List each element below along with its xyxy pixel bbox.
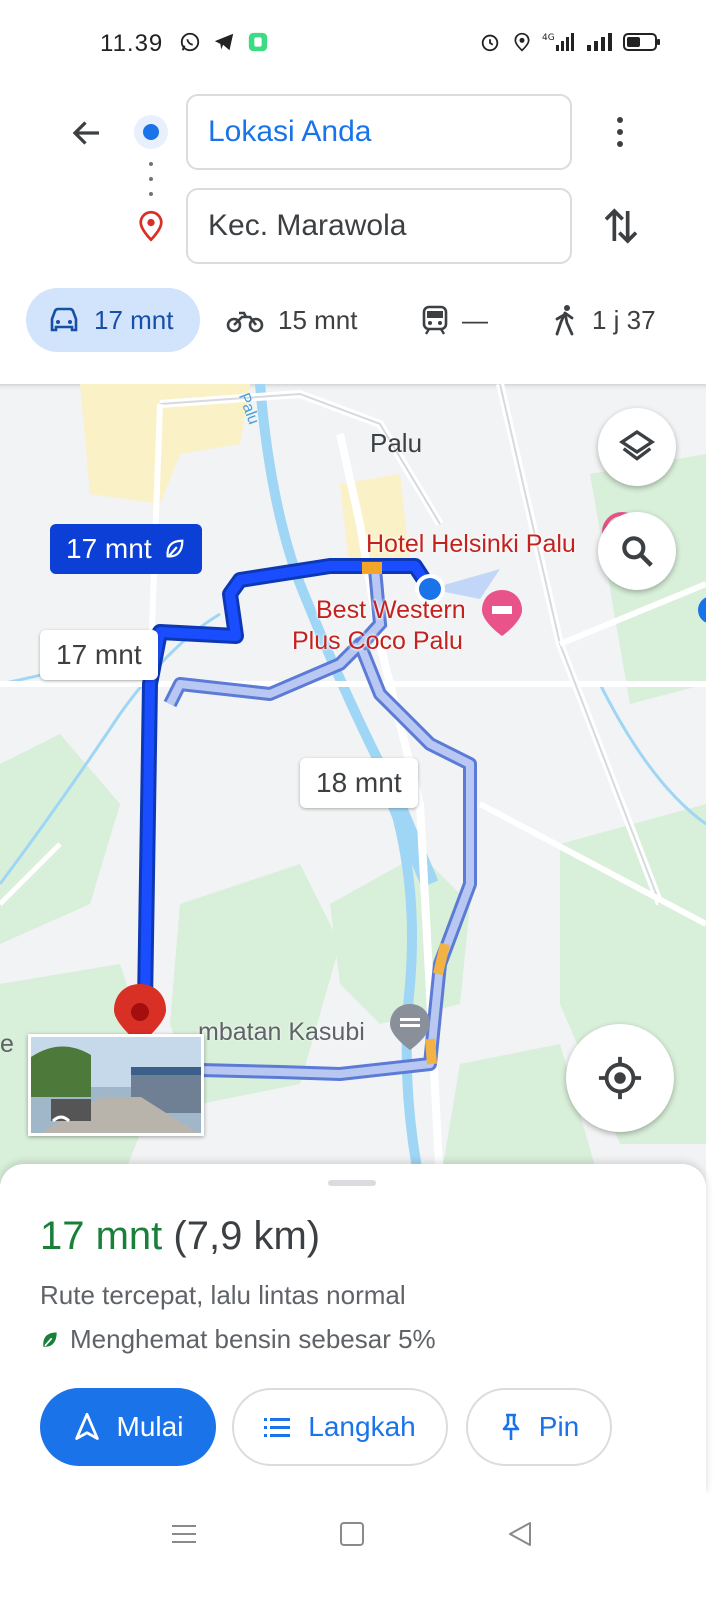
location-icon (510, 30, 534, 54)
origin-field[interactable]: Lokasi Anda (186, 94, 572, 170)
crosshair-icon (598, 1056, 642, 1100)
back-triangle-icon (509, 1522, 531, 1546)
signal-4g-icon: 4G (542, 30, 576, 54)
street-view-image (31, 1037, 201, 1133)
tab-walking-label: 1 j 37 (592, 304, 656, 335)
eco-leaf-icon (164, 538, 186, 560)
pin-button[interactable]: Pin (466, 1388, 612, 1466)
steps-label: Langkah (308, 1411, 416, 1442)
eco-note-text: Menghemat bensin sebesar 5% (70, 1324, 436, 1354)
system-nav-bar (0, 1494, 720, 1600)
back-button[interactable] (64, 110, 110, 156)
signal-icon (584, 30, 614, 54)
car-icon (48, 306, 80, 334)
poi-best-western-line2[interactable]: Plus Coco Palu (292, 625, 463, 657)
layers-button[interactable] (598, 408, 676, 486)
status-left-icons (178, 30, 270, 54)
route-description: Rute tercepat, lalu lintas normal (40, 1280, 406, 1310)
nav-back-button[interactable] (500, 1514, 540, 1554)
telegram-icon (212, 30, 236, 54)
menu-icon (172, 1525, 196, 1543)
motorcycle-icon (226, 307, 264, 333)
start-button[interactable]: Mulai (40, 1388, 216, 1466)
map-search-button[interactable] (598, 512, 676, 590)
steps-button[interactable]: Langkah (232, 1388, 448, 1466)
route-distance: (7,9 km) (173, 1214, 321, 1258)
poi-bridge-label[interactable]: mbatan Kasubi (198, 1018, 365, 1047)
poi-hotel-helsinki[interactable]: Hotel Helsinki Palu (366, 528, 576, 560)
tab-transit[interactable]: — (422, 288, 488, 352)
tab-motorcycle[interactable]: 15 mnt (226, 288, 358, 352)
status-bar: 11.39 4G (0, 0, 720, 86)
edge-label: e (0, 1030, 14, 1058)
route-primary-time: 17 mnt (66, 533, 152, 564)
battery-icon (622, 30, 662, 54)
nav-menu-button[interactable] (164, 1514, 204, 1554)
status-right-icons: 4G (478, 30, 662, 54)
home-square-icon (340, 1522, 364, 1546)
destination-field[interactable]: Kec. Marawola (186, 188, 572, 264)
route-details-sheet[interactable]: 17 mnt (7,9 km) Rute tercepat, lalu lint… (0, 1164, 706, 1494)
walking-icon (552, 304, 578, 336)
pushpin-icon (499, 1412, 523, 1442)
map-view[interactable]: Palu Palu Hotel Helsinki Palu Best Weste… (0, 384, 706, 1184)
origin-dot-icon (134, 115, 168, 149)
sheet-drag-handle[interactable] (328, 1180, 376, 1186)
swap-button[interactable] (598, 202, 644, 250)
route-duration: 17 mnt (40, 1214, 163, 1258)
eco-note: Menghemat bensin sebesar 5% (40, 1324, 436, 1355)
route-summary: 17 mnt (7,9 km) (40, 1214, 320, 1259)
arrow-left-icon (72, 121, 99, 145)
tab-motorcycle-label: 15 mnt (278, 304, 358, 335)
destination-pin-icon (134, 208, 168, 244)
swap-icon (604, 208, 638, 244)
pin-label: Pin (538, 1411, 580, 1442)
tab-transit-label: — (462, 304, 488, 335)
layers-icon (618, 429, 656, 461)
app-icon (246, 30, 270, 54)
my-location-button[interactable] (566, 1024, 674, 1132)
leaf-icon (40, 1330, 60, 1350)
city-label: Palu (370, 428, 423, 458)
route-alt2-bubble[interactable]: 18 mnt (300, 758, 418, 808)
travel-mode-tabs: 17 mnt 15 mnt — 1 j 37 (0, 288, 720, 352)
list-icon (264, 1416, 292, 1438)
route-dots (149, 162, 153, 196)
tab-driving-label: 17 mnt (94, 304, 174, 335)
status-time: 11.39 (100, 30, 164, 57)
nav-home-button[interactable] (332, 1514, 372, 1554)
street-view-thumbnail[interactable] (28, 1034, 204, 1136)
search-icon (622, 536, 653, 567)
tab-driving[interactable]: 17 mnt (26, 288, 200, 352)
svg-text:4G: 4G (542, 33, 555, 43)
alarm-icon (478, 30, 502, 54)
route-primary-bubble[interactable]: 17 mnt (50, 524, 202, 574)
start-label: Mulai (116, 1411, 184, 1442)
whatsapp-icon (178, 30, 202, 54)
more-options-button[interactable] (604, 110, 636, 154)
tab-walking[interactable]: 1 j 37 (552, 288, 656, 352)
route-alt1-bubble[interactable]: 17 mnt (40, 630, 158, 680)
poi-best-western-line1[interactable]: Best Western (316, 594, 466, 626)
train-icon (422, 305, 448, 335)
navigation-arrow-icon (73, 1412, 101, 1442)
